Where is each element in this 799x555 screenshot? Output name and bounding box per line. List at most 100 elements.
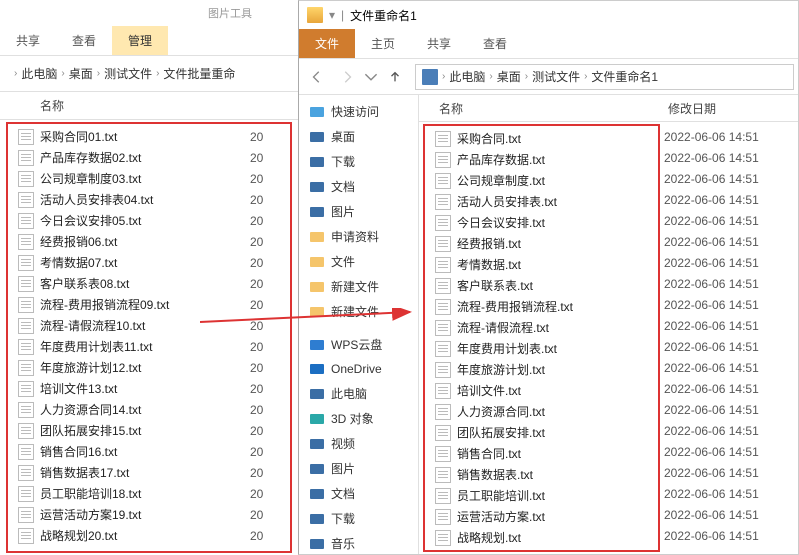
chevron-right-icon: ›	[525, 71, 528, 82]
star-icon	[309, 104, 325, 120]
file-row[interactable]: 销售合同16.txt20	[14, 441, 284, 462]
file-row[interactable]: 产品库存数据.txt	[431, 149, 652, 170]
file-date: 2022-06-06 14:51	[664, 336, 794, 357]
sidebar-item-label: 文档	[331, 485, 355, 502]
breadcrumb[interactable]: › 此电脑 › 桌面 › 测试文件 › 文件批量重命	[8, 61, 294, 87]
file-row[interactable]: 人力资源合同14.txt20	[14, 399, 284, 420]
file-row[interactable]: 年度费用计划表11.txt20	[14, 336, 284, 357]
sidebar-item[interactable]: 图片	[299, 199, 418, 224]
file-row[interactable]: 战略规划20.txt20	[14, 525, 284, 546]
sidebar-item[interactable]: 快速访问	[299, 99, 418, 124]
recent-dropdown[interactable]	[363, 63, 379, 91]
file-row[interactable]: 公司规章制度.txt	[431, 170, 652, 191]
side-nav[interactable]: 快速访问桌面下载文档图片申请资料文件新建文件新建文件WPS云盘OneDrive此…	[299, 95, 419, 554]
file-row[interactable]: 活动人员安排表04.txt20	[14, 189, 284, 210]
tab-view[interactable]: 查看	[56, 26, 112, 55]
sidebar-item[interactable]: 文档	[299, 174, 418, 199]
sidebar-item[interactable]: 视频	[299, 431, 418, 456]
forward-button[interactable]	[333, 63, 361, 91]
chevron-down-icon[interactable]: ▾	[329, 8, 335, 22]
sidebar-item[interactable]: 3D 对象	[299, 406, 418, 431]
file-row[interactable]: 客户联系表08.txt20	[14, 273, 284, 294]
sidebar-item[interactable]: 新建文件	[299, 274, 418, 299]
file-row[interactable]: 年度费用计划表.txt	[431, 338, 652, 359]
file-row[interactable]: 流程-费用报销流程09.txt20	[14, 294, 284, 315]
file-list[interactable]: 采购合同.txt 产品库存数据.txt 公司规章制度.txt 活动人员安排表.txt今…	[423, 124, 660, 552]
breadcrumb[interactable]: › 此电脑 › 桌面 › 测试文件 › 文件重命名1	[415, 64, 794, 90]
file-row[interactable]: 活动人员安排表.txt	[431, 191, 652, 212]
file-row[interactable]: 采购合同.txt	[431, 128, 652, 149]
breadcrumb-item[interactable]: 桌面	[69, 65, 93, 82]
sidebar-item[interactable]: 下载	[299, 149, 418, 174]
breadcrumb-item[interactable]: 文件重命名1	[591, 68, 658, 85]
file-row[interactable]: 人力资源合同.txt	[431, 401, 652, 422]
tab-home[interactable]: 主页	[355, 29, 411, 58]
file-list[interactable]: 采购合同01.txt20产品库存数据02.txt20公司规章制度03.txt20…	[6, 122, 292, 553]
chevron-right-icon: ›	[156, 68, 159, 79]
text-file-icon	[18, 423, 34, 439]
file-row[interactable]: 年度旅游计划.txt	[431, 359, 652, 380]
sidebar-item[interactable]: 下载	[299, 506, 418, 531]
tab-manage[interactable]: 管理	[112, 26, 168, 55]
file-row[interactable]: 销售数据表17.txt20	[14, 462, 284, 483]
text-file-icon	[18, 444, 34, 460]
text-file-icon	[435, 173, 451, 189]
file-row[interactable]: 培训文件13.txt20	[14, 378, 284, 399]
up-button[interactable]	[381, 63, 409, 91]
tab-file[interactable]: 文件	[299, 29, 355, 58]
sidebar-item[interactable]: WPS云盘	[299, 332, 418, 357]
sidebar-item[interactable]: 文件	[299, 249, 418, 274]
file-row[interactable]: 今日会议安排.txt	[431, 212, 652, 233]
file-row[interactable]: 流程-费用报销流程.txt	[431, 296, 652, 317]
file-row[interactable]: 团队拓展安排15.txt20	[14, 420, 284, 441]
file-row[interactable]: 员工职能培训.txt	[431, 485, 652, 506]
tab-share[interactable]: 共享	[411, 29, 467, 58]
column-name[interactable]: 名称	[20, 97, 298, 114]
tab-view[interactable]: 查看	[467, 29, 523, 58]
file-row[interactable]: 流程-请假流程10.txt20	[14, 315, 284, 336]
sidebar-item[interactable]: 图片	[299, 456, 418, 481]
sidebar-item[interactable]: 新建文件	[299, 299, 418, 324]
breadcrumb-item[interactable]: 桌面	[497, 68, 521, 85]
file-row[interactable]: 客户联系表.txt	[431, 275, 652, 296]
file-row[interactable]: 经费报销06.txt20	[14, 231, 284, 252]
sidebar-item[interactable]: 桌面	[299, 124, 418, 149]
file-row[interactable]: 销售合同.txt	[431, 443, 652, 464]
file-row[interactable]: 经费报销.txt	[431, 233, 652, 254]
file-name: 公司规章制度.txt	[457, 172, 648, 189]
breadcrumb-item[interactable]: 测试文件	[104, 65, 152, 82]
sidebar-item[interactable]: 音乐	[299, 531, 418, 554]
file-row[interactable]: 团队拓展安排.txt	[431, 422, 652, 443]
file-date-trunc: 20	[250, 529, 280, 543]
sidebar-item[interactable]: 文档	[299, 481, 418, 506]
sidebar-item[interactable]: OneDrive	[299, 357, 418, 381]
file-name: 采购合同.txt	[457, 130, 648, 147]
file-row[interactable]: 运营活动方案19.txt20	[14, 504, 284, 525]
file-row[interactable]: 年度旅游计划12.txt20	[14, 357, 284, 378]
file-row[interactable]: 员工职能培训18.txt20	[14, 483, 284, 504]
fold-icon	[309, 229, 325, 245]
breadcrumb-item[interactable]: 文件批量重命	[163, 65, 235, 82]
file-date-trunc: 20	[250, 193, 280, 207]
sidebar-item[interactable]: 申请资料	[299, 224, 418, 249]
file-row[interactable]: 战略规划.txt	[431, 527, 652, 548]
breadcrumb-item[interactable]: 测试文件	[532, 68, 580, 85]
file-row[interactable]: 运营活动方案.txt	[431, 506, 652, 527]
column-date[interactable]: 修改日期	[668, 100, 798, 117]
file-row[interactable]: 采购合同01.txt20	[14, 126, 284, 147]
breadcrumb-item[interactable]: 此电脑	[21, 65, 57, 82]
breadcrumb-item[interactable]: 此电脑	[449, 68, 485, 85]
file-row[interactable]: 产品库存数据02.txt20	[14, 147, 284, 168]
file-date: 2022-06-06 14:51	[664, 504, 794, 525]
back-button[interactable]	[303, 63, 331, 91]
file-row[interactable]: 今日会议安排05.txt20	[14, 210, 284, 231]
sidebar-item[interactable]: 此电脑	[299, 381, 418, 406]
tab-share[interactable]: 共享	[0, 26, 56, 55]
file-row[interactable]: 考情数据.txt	[431, 254, 652, 275]
file-row[interactable]: 培训文件.txt	[431, 380, 652, 401]
file-row[interactable]: 销售数据表.txt	[431, 464, 652, 485]
file-row[interactable]: 流程-请假流程.txt	[431, 317, 652, 338]
file-row[interactable]: 考情数据07.txt20	[14, 252, 284, 273]
file-row[interactable]: 公司规章制度03.txt20	[14, 168, 284, 189]
column-name[interactable]: 名称	[439, 100, 668, 117]
